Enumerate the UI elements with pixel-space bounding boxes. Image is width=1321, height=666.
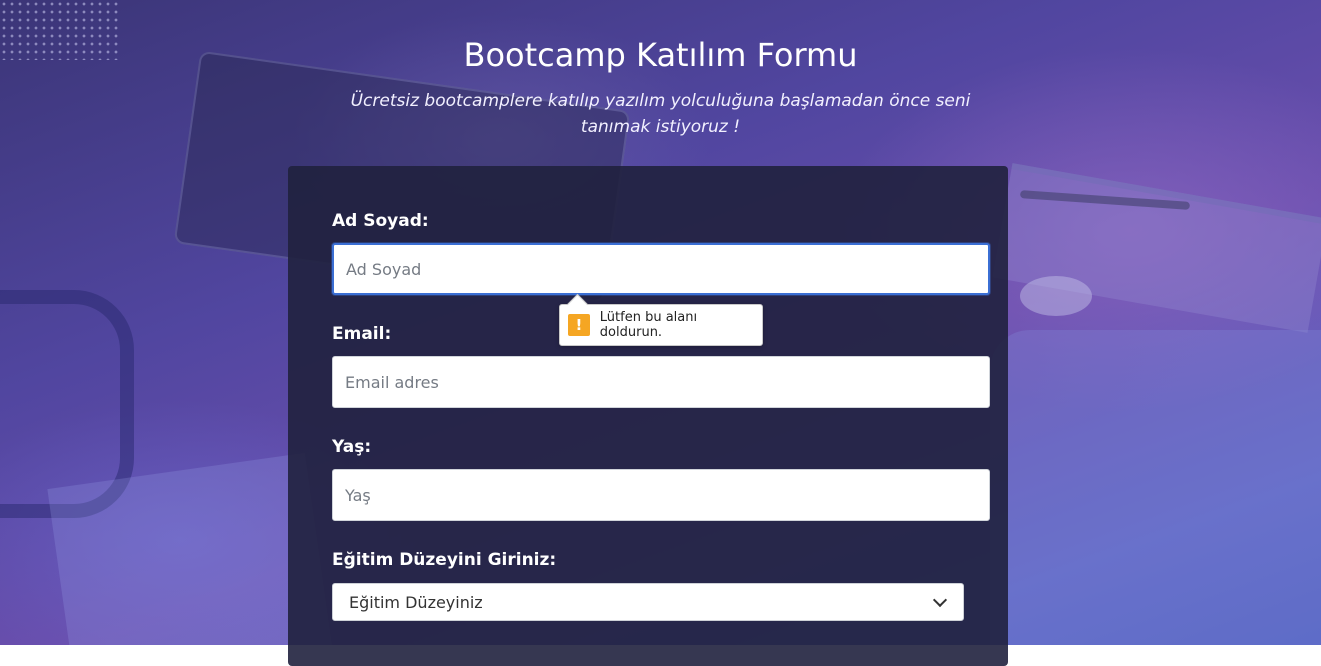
education-select[interactable]: Eğitim Düzeyiniz — [332, 583, 964, 621]
name-input[interactable] — [332, 243, 990, 295]
background-mouse — [1020, 276, 1092, 316]
page-header: Bootcamp Katılım Formu Ücretsiz bootcamp… — [0, 36, 1321, 140]
email-label: Email: — [332, 324, 392, 344]
age-input[interactable] — [332, 469, 990, 521]
background-arm — [990, 330, 1321, 645]
page-subtitle: Ücretsiz bootcamplere katılıp yazılım yo… — [350, 91, 971, 137]
education-select-value: Eğitim Düzeyiniz — [349, 592, 483, 612]
chevron-down-icon — [932, 592, 948, 608]
age-label: Yaş: — [332, 437, 372, 457]
email-input[interactable] — [332, 356, 990, 408]
validation-message: Lütfen bu alanı doldurun. — [599, 310, 698, 340]
validation-tooltip: ! Lütfen bu alanı doldurun. — [559, 304, 763, 346]
education-label: Eğitim Düzeyini Giriniz: — [332, 550, 557, 570]
form-card: Ad Soyad: Email: Yaş: Eğitim Düzeyini Gi… — [288, 166, 1008, 666]
warning-icon: ! — [568, 314, 590, 336]
name-label: Ad Soyad: — [332, 211, 429, 231]
page-title: Bootcamp Katılım Formu — [463, 36, 858, 74]
